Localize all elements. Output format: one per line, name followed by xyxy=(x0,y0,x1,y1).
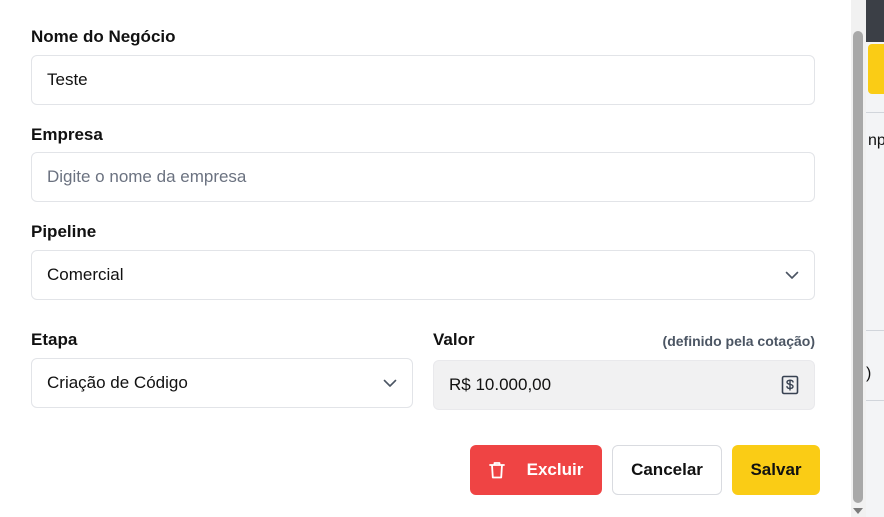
value-field: R$ 10.000,00 xyxy=(433,360,815,410)
pipeline-label: Pipeline xyxy=(31,222,97,241)
chevron-down-icon xyxy=(383,379,397,388)
background-label: np xyxy=(868,132,884,149)
dollar-receipt-icon xyxy=(781,375,799,395)
stage-select[interactable]: Criação de Código xyxy=(31,358,413,408)
stage-selected-value: Criação de Código xyxy=(47,373,188,392)
business-name-input[interactable] xyxy=(47,70,799,90)
value-hint: (definido pela cotação) xyxy=(662,333,815,349)
background-divider xyxy=(866,330,884,331)
background-label: ) xyxy=(866,365,872,382)
background-divider xyxy=(866,112,884,113)
pipeline-select[interactable]: Comercial xyxy=(31,250,815,300)
company-field[interactable] xyxy=(31,152,815,202)
business-name-field[interactable] xyxy=(31,55,815,105)
scroll-down-arrow-icon[interactable] xyxy=(853,508,863,514)
scrollbar-thumb[interactable] xyxy=(853,31,863,503)
trash-icon xyxy=(488,461,505,479)
background-header xyxy=(866,0,884,42)
business-name-label: Nome do Negócio xyxy=(31,27,176,46)
stage-label: Etapa xyxy=(31,330,78,349)
deal-edit-modal: Nome do Negócio Empresa Pipeline Comerci… xyxy=(0,0,851,517)
chevron-down-icon xyxy=(785,271,799,280)
delete-button[interactable]: Excluir xyxy=(470,445,602,495)
save-button-label: Salvar xyxy=(750,460,802,479)
company-input[interactable] xyxy=(47,167,799,187)
delete-button-label: Excluir xyxy=(526,460,584,479)
company-label: Empresa xyxy=(31,125,103,144)
value-amount: R$ 10.000,00 xyxy=(449,375,552,394)
cancel-button[interactable]: Cancelar xyxy=(612,445,722,495)
pipeline-selected-value: Comercial xyxy=(47,265,124,284)
value-label: Valor xyxy=(433,330,475,349)
background-divider xyxy=(866,400,884,401)
background-button xyxy=(868,44,884,94)
background-page: np ) xyxy=(866,0,884,517)
save-button[interactable]: Salvar xyxy=(732,445,820,495)
cancel-button-label: Cancelar xyxy=(631,460,703,479)
